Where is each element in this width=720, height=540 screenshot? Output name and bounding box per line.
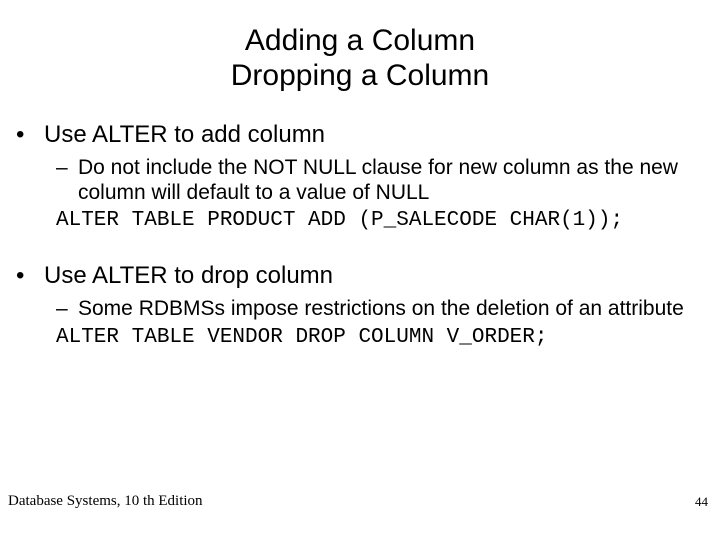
- slide-title: Adding a Column Dropping a Column: [8, 24, 712, 93]
- subbullet-add-note: – Do not include the NOT NULL clause for…: [16, 155, 712, 205]
- bullet-text: Use ALTER to add column: [44, 121, 325, 149]
- footer-text: Database Systems, 10 th Edition: [8, 493, 203, 510]
- code-add-column: ALTER TABLE PRODUCT ADD (P_SALECODE CHAR…: [16, 209, 712, 232]
- subbullet-drop-note: – Some RDBMSs impose restrictions on the…: [16, 296, 712, 321]
- title-line-2: Dropping a Column: [231, 59, 489, 92]
- code-drop-column: ALTER TABLE VENDOR DROP COLUMN V_ORDER;: [16, 326, 712, 349]
- bullet-add-column: • Use ALTER to add column: [16, 121, 712, 149]
- dash-mark: –: [56, 155, 78, 205]
- bullet-mark: •: [16, 121, 44, 149]
- dash-mark: –: [56, 296, 78, 321]
- title-line-1: Adding a Column: [245, 24, 475, 57]
- subbullet-text: Do not include the NOT NULL clause for n…: [78, 155, 712, 205]
- bullet-mark: •: [16, 262, 44, 290]
- slide-body: • Use ALTER to add column – Do not inclu…: [8, 121, 712, 349]
- bullet-drop-column: • Use ALTER to drop column: [16, 262, 712, 290]
- page-number: 44: [695, 494, 708, 510]
- bullet-text: Use ALTER to drop column: [44, 262, 333, 290]
- subbullet-text: Some RDBMSs impose restrictions on the d…: [78, 296, 684, 321]
